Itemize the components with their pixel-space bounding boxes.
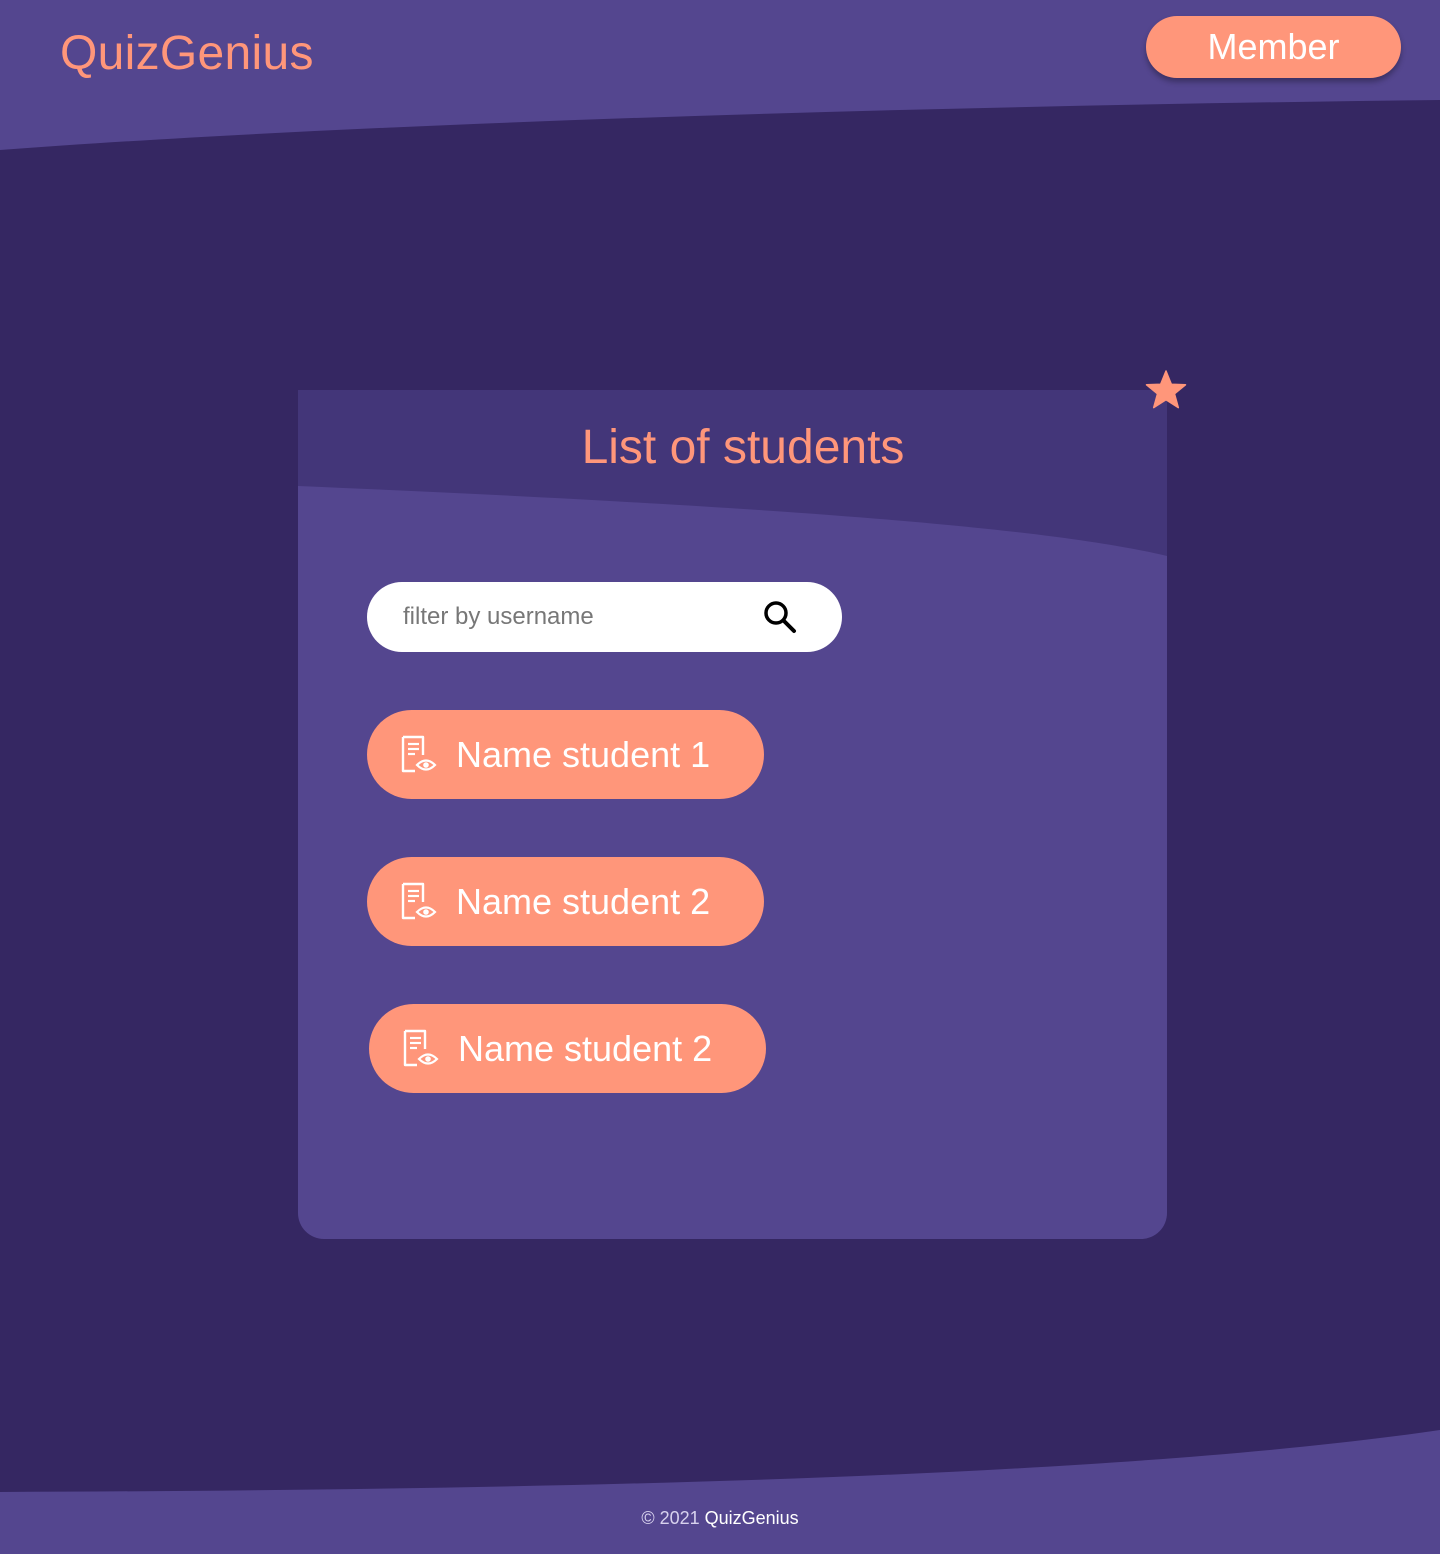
page-title: List of students <box>581 421 905 474</box>
document-view-icon <box>401 882 437 920</box>
copyright-text: © 2021 <box>641 1508 700 1528</box>
star-icon <box>1145 370 1187 409</box>
search-icon[interactable] <box>761 598 799 636</box>
brand-logo[interactable]: QuizGenius <box>60 26 314 81</box>
student-button-2[interactable]: Name student 2 <box>367 857 764 946</box>
students-card: List of students Name student 1 <box>298 390 1167 1239</box>
student-name: Name student 2 <box>458 1028 713 1069</box>
footer-background <box>0 1430 1440 1554</box>
card-header-background <box>298 390 1167 556</box>
member-button[interactable]: Member <box>1146 16 1401 78</box>
footer-copyright: © 2021 QuizGenius <box>0 1508 1440 1529</box>
document-view-icon <box>403 1029 439 1067</box>
search-bar <box>367 582 842 652</box>
student-name: Name student 2 <box>456 881 711 922</box>
search-input[interactable] <box>403 582 743 652</box>
document-view-icon <box>401 735 437 773</box>
footer-brand: QuizGenius <box>704 1508 799 1528</box>
student-button-3[interactable]: Name student 2 <box>369 1004 766 1093</box>
page: QuizGenius Member List of students Nam <box>0 0 1440 1554</box>
student-button-1[interactable]: Name student 1 <box>367 710 764 799</box>
student-name: Name student 1 <box>456 734 711 775</box>
